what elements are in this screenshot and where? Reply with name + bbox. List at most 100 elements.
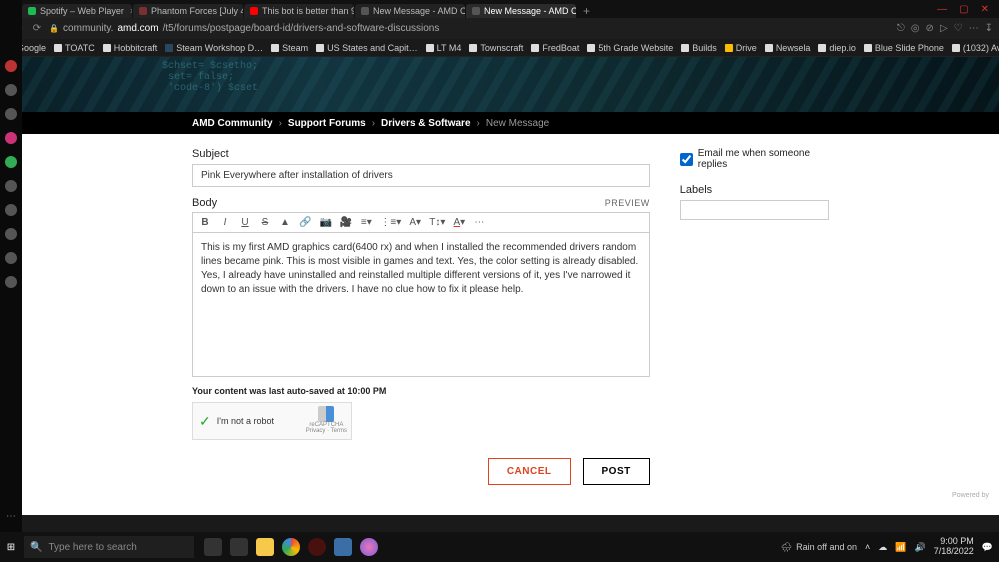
reload-button[interactable]: ⟳ [33, 23, 41, 34]
bookmark[interactable]: Blue Slide Phone [864, 43, 944, 53]
sidebar-icon[interactable] [5, 108, 17, 120]
app-icon[interactable] [360, 538, 378, 556]
sidebar-icon[interactable] [5, 180, 17, 192]
opera-icon[interactable] [308, 538, 326, 556]
body-label: Body [192, 197, 217, 209]
bookmark[interactable]: TOATC [54, 43, 95, 53]
new-tab-button[interactable]: + [577, 4, 596, 18]
start-button[interactable]: ⊞ [0, 532, 22, 562]
bookmark[interactable]: Hobbitcraft [103, 43, 158, 53]
post-button[interactable]: POST [583, 458, 650, 485]
preview-button[interactable]: PREVIEW [605, 198, 650, 208]
strike-button[interactable]: S [259, 217, 271, 228]
labels-input[interactable] [680, 200, 829, 220]
app-icon[interactable] [334, 538, 352, 556]
bookmark-icon [426, 44, 434, 52]
url-field[interactable]: 🔒 community.amd.com/t5/forums/postpage/b… [49, 23, 889, 34]
font-button[interactable]: A▾ [409, 217, 421, 228]
sidebar-icon[interactable] [5, 156, 17, 168]
email-notify[interactable]: Email me when someone replies [680, 148, 829, 170]
bold-button[interactable]: B [199, 217, 211, 228]
khoros-footer: Powered by khoros ⌘ [934, 492, 989, 513]
bookmark-icon [681, 44, 689, 52]
network-icon[interactable]: 📶 [895, 542, 906, 553]
captcha-label: I'm not a robot [217, 416, 274, 426]
clock[interactable]: 9:00 PM 7/18/2022 [934, 537, 974, 557]
sidebar-icon[interactable] [5, 132, 17, 144]
tab-phantom[interactable]: Phantom Forces [July 4th]× [133, 4, 243, 18]
taskbar-search[interactable]: 🔍 Type here to search [24, 536, 194, 558]
sidebar-icon[interactable] [5, 84, 17, 96]
video-button[interactable]: 🎥 [340, 217, 352, 228]
recaptcha[interactable]: ✓ I'm not a robot reCAPTCHA Privacy · Te… [192, 402, 352, 440]
sidebar-more[interactable]: ⋯ [6, 511, 16, 522]
italic-button[interactable]: I [219, 217, 231, 228]
size-button[interactable]: T↕▾ [429, 217, 445, 228]
warn-button[interactable]: ▲ [279, 217, 291, 228]
close-window-button[interactable]: ✕ [981, 4, 989, 15]
tray-chevron[interactable]: ˄ [865, 542, 870, 552]
image-button[interactable]: 📷 [319, 217, 331, 228]
bookmark[interactable]: Builds [681, 43, 717, 53]
onedrive-icon[interactable]: ☁ [878, 542, 887, 553]
search-icon: 🔍 [30, 542, 42, 553]
tab-amd1[interactable]: New Message - AMD Com× [355, 4, 465, 18]
body-textarea[interactable] [192, 232, 650, 377]
download-icon[interactable]: ↧ [985, 23, 993, 34]
chrome-icon[interactable] [282, 538, 300, 556]
notifications-icon[interactable]: 💬 [982, 542, 993, 553]
sidebar-icon[interactable] [5, 228, 17, 240]
bookmark[interactable]: Steam Workshop D… [165, 43, 263, 53]
bookmark[interactable]: Townscraft [469, 43, 523, 53]
check-icon: ✓ [199, 413, 211, 430]
bookmark[interactable]: Drive [725, 43, 757, 53]
cortana-icon[interactable] [230, 538, 248, 556]
email-checkbox[interactable] [680, 153, 693, 166]
color-button[interactable]: A▾ [453, 217, 465, 228]
bookmark[interactable]: diep.io [818, 43, 856, 53]
sidebar-icon[interactable] [5, 204, 17, 216]
bookmark[interactable]: LT M4 [426, 43, 462, 53]
bookmark[interactable]: (1032) Aviation Me… [952, 43, 999, 53]
cancel-button[interactable]: CANCEL [488, 458, 571, 485]
minimize-button[interactable]: — [937, 4, 947, 15]
vpn-icon[interactable]: ▷ [940, 23, 948, 34]
ext-icon[interactable]: ◎ [911, 23, 920, 34]
bookmark-icon [864, 44, 872, 52]
ol-button[interactable]: ≡▾ [360, 217, 372, 228]
volume-icon[interactable]: 🔊 [915, 542, 926, 553]
bookmark[interactable]: Steam [271, 43, 308, 53]
sidebar-icon[interactable] [5, 276, 17, 288]
favicon-yt [250, 7, 258, 15]
heart-icon[interactable]: ♡ [954, 23, 963, 34]
bookmark[interactable]: 5th Grade Website [587, 43, 673, 53]
sidebar-icon[interactable] [5, 60, 17, 72]
underline-button[interactable]: U [239, 217, 251, 228]
tab-amd2[interactable]: New Message - AMD Com× [466, 4, 576, 18]
tab-youtube[interactable]: This bot is better than 99%× [244, 4, 354, 18]
tab-spotify[interactable]: Spotify – Web Player× [22, 4, 132, 18]
labels-label: Labels [680, 184, 829, 196]
weather-widget[interactable]: 🌧 Rain off and on [781, 542, 857, 553]
recaptcha-badge: reCAPTCHA Privacy · Terms [306, 406, 347, 434]
maximize-button[interactable]: ▢ [959, 4, 968, 15]
crumb-link[interactable]: Drivers & Software [381, 118, 470, 129]
bookmark[interactable]: Newsela [765, 43, 811, 53]
crumb-link[interactable]: AMD Community [192, 118, 273, 129]
taskview-icon[interactable] [204, 538, 222, 556]
close-icon[interactable]: × [130, 6, 132, 16]
ext-icon[interactable]: ⎋ [897, 23, 905, 34]
adblock-icon[interactable]: ⊘ [926, 23, 934, 34]
ul-button[interactable]: ⋮≡▾ [380, 217, 401, 228]
main-content: Subject Body PREVIEW B I U S ▲ 🔗 📷 🎥 ≡▾ … [22, 134, 999, 515]
bookmark[interactable]: US States and Capit… [316, 43, 418, 53]
subject-input[interactable] [192, 164, 650, 187]
bookmark[interactable]: FredBoat [531, 43, 579, 53]
link-button[interactable]: 🔗 [299, 217, 311, 228]
sidebar-icon[interactable] [5, 252, 17, 264]
bookmark-icon [952, 44, 960, 52]
more-button[interactable]: ⋯ [473, 217, 485, 228]
menu-icon[interactable]: ⋯ [969, 23, 979, 34]
crumb-link[interactable]: Support Forums [288, 118, 366, 129]
explorer-icon[interactable] [256, 538, 274, 556]
